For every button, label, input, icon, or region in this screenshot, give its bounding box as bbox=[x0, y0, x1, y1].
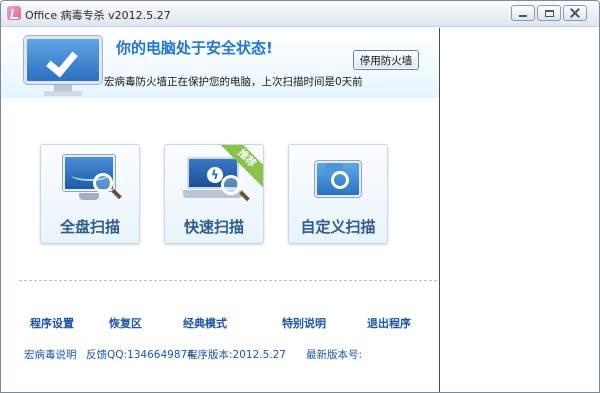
maximize-icon bbox=[544, 9, 554, 17]
disable-firewall-button[interactable]: 停用防火墙 bbox=[353, 50, 419, 70]
exit-program-link[interactable]: 退出程序 bbox=[367, 315, 411, 331]
program-version: 程序版本:2012.5.27 bbox=[187, 349, 286, 361]
laptop-lightning-icon: ϟ bbox=[183, 155, 245, 207]
status-header: 你的电脑处于安全状态! 宏病毒防火墙正在保护您的电脑，上次扫描时间是0天前 停用… bbox=[1, 28, 439, 98]
monitor-check-icon bbox=[24, 36, 102, 96]
side-area bbox=[439, 28, 599, 392]
window-controls bbox=[511, 5, 587, 21]
classic-mode-link[interactable]: 经典模式 bbox=[183, 315, 227, 331]
status-title: 你的电脑处于安全状态! bbox=[116, 39, 273, 57]
monitor-magnifier-icon bbox=[63, 155, 121, 207]
info-row: 宏病毒说明 反馈QQ:1346649874 程序版本:2012.5.27 最新版… bbox=[1, 347, 439, 363]
latest-version: 最新版本号: bbox=[306, 349, 363, 361]
quick-scan-label: 快速扫描 bbox=[183, 218, 244, 236]
section-divider bbox=[19, 280, 437, 281]
app-logo-icon bbox=[7, 6, 21, 20]
title-bar[interactable]: Office 病毒专杀 v2012.5.27 bbox=[1, 1, 599, 27]
bottom-links: 程序设置 恢复区 经典模式 特别说明 退出程序 bbox=[1, 315, 439, 333]
macro-virus-help-link[interactable]: 宏病毒说明 bbox=[24, 347, 77, 362]
special-notes-link[interactable]: 特别说明 bbox=[282, 315, 326, 331]
program-settings-link[interactable]: 程序设置 bbox=[30, 315, 74, 331]
folder-target-icon bbox=[311, 155, 369, 207]
main-panel: 你的电脑处于安全状态! 宏病毒防火墙正在保护您的电脑，上次扫描时间是0天前 停用… bbox=[1, 28, 439, 392]
quick-scan-button[interactable]: ϟ 推荐 快速扫描 bbox=[164, 144, 264, 244]
minimize-button[interactable] bbox=[511, 5, 535, 21]
window-title: Office 病毒专杀 v2012.5.27 bbox=[25, 9, 171, 22]
restore-area-link[interactable]: 恢复区 bbox=[109, 315, 142, 331]
close-icon bbox=[570, 8, 580, 18]
full-scan-button[interactable]: 全盘扫描 bbox=[40, 144, 140, 244]
scan-buttons: 全盘扫描 ϟ 推荐 快速扫描 自定义扫描 bbox=[1, 98, 439, 288]
status-description: 宏病毒防火墙正在保护您的电脑，上次扫描时间是0天前 bbox=[104, 76, 363, 88]
custom-scan-label: 自定义扫描 bbox=[300, 218, 376, 236]
feedback-qq: 反馈QQ:1346649874 bbox=[86, 349, 194, 361]
app-window: Office 病毒专杀 v2012.5.27 你的电脑处于安全状态! 宏病毒防火… bbox=[0, 0, 600, 393]
custom-scan-button[interactable]: 自定义扫描 bbox=[288, 144, 388, 244]
maximize-button[interactable] bbox=[537, 5, 561, 21]
full-scan-label: 全盘扫描 bbox=[59, 218, 120, 236]
close-button[interactable] bbox=[563, 5, 587, 21]
minimize-icon bbox=[519, 14, 527, 17]
